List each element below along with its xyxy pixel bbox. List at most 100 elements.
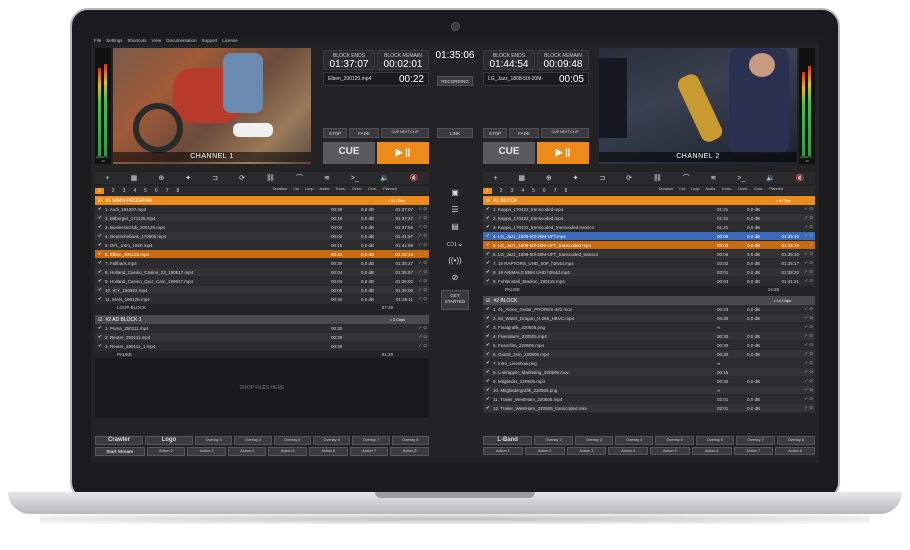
left-action-7-button[interactable]: Action 7 (349, 447, 389, 456)
playlist-row[interactable]: ✔ 9. Mitglieder_220505.mp4 00:30 0,0 dB ✓ ⊙ (483, 377, 815, 386)
row-options-icon[interactable]: ✓ ⊙ (799, 378, 815, 384)
left-start-stream-button[interactable]: Start Stream (95, 447, 145, 456)
fade-curve-icon[interactable]: ⌒ (683, 173, 690, 183)
left-overlay-5-button[interactable]: Overlay 5 (273, 436, 311, 445)
playlist-row[interactable]: ✔ 8. 18 ANIMALS 5994 UHD h264d.mp4 03:01 0,… (483, 268, 815, 277)
check-icon[interactable]: ✔ (486, 378, 493, 384)
row-options-icon[interactable]: ✓ ⊙ (413, 242, 429, 248)
playlist-row[interactable]: ✔ 12. Trailer_WestHam_220505_transcoded.m… (483, 404, 815, 413)
menu-item-shortcuts[interactable]: Shortcuts (128, 38, 147, 43)
right-action-1-button[interactable]: Action 1 (483, 447, 523, 455)
playlist-row[interactable]: ✔ 2. 04_Water_Dragon_H.265_HEVC.mp4 00:30 0… (483, 314, 815, 323)
right-fade-button[interactable]: FADE (509, 128, 539, 138)
right-action-4-button[interactable]: Action 4 (608, 447, 648, 455)
row-options-icon[interactable]: ✓ ⊙ (413, 206, 429, 212)
add-icon[interactable]: + (493, 175, 497, 182)
tab-7[interactable]: 7 (554, 188, 557, 194)
checkbox-icon[interactable]: ☑ (486, 198, 490, 204)
loop-icon[interactable]: ⟳ (626, 174, 632, 182)
magic-wand-icon[interactable]: ✦ (185, 174, 191, 182)
playlist-row[interactable]: ✔ 4. Fiveralarm_220505.mp4 00:30 0,0 dB ✓ ⊙ (483, 332, 815, 341)
playlist-row[interactable]: ✔ 1. Puma_250111.mp4 00:30 ✓ ⊙ (95, 324, 429, 333)
check-icon[interactable]: ✔ (98, 269, 105, 275)
row-options-icon[interactable]: ✓ ⊙ (799, 242, 815, 248)
playlist-row[interactable]: ✔ 5. DFL_Intro_1920.mp4 00:15 0,0 dB 01:41:5… (95, 241, 429, 250)
layers-icon[interactable]: ≋ (324, 174, 330, 182)
row-options-icon[interactable]: ✓ ⊙ (799, 269, 815, 275)
column-header-planned[interactable]: Planned (383, 187, 397, 194)
right-action-3-button[interactable]: Action 3 (566, 447, 607, 455)
left-crawler-button[interactable]: Crawler (95, 436, 143, 445)
right-overlay-8-button[interactable]: Overlay 8 (776, 436, 816, 445)
left-action-8-button[interactable]: Action 8 (390, 447, 429, 456)
tab-3[interactable]: 3 (123, 188, 126, 194)
row-options-icon[interactable]: ✓ ⊙ (799, 224, 815, 230)
check-icon[interactable]: ✔ (486, 396, 493, 402)
right-play-pause-button[interactable]: ▶ || (537, 142, 589, 164)
row-options-icon[interactable]: ✓ ⊙ (799, 251, 815, 257)
left-overlay-6-button[interactable]: Overlay 6 (312, 436, 351, 445)
get-started-button[interactable]: GET STARTED (441, 290, 469, 310)
check-icon[interactable]: ✔ (486, 278, 493, 284)
column-header-audio[interactable]: Audio (706, 187, 716, 194)
checkbox-icon[interactable]: ☑ (486, 298, 490, 304)
image-icon[interactable]: ▣ (445, 188, 465, 197)
check-icon[interactable]: ✔ (486, 206, 493, 212)
tab-1[interactable]: 1 (95, 187, 104, 194)
check-icon[interactable]: ✔ (486, 224, 493, 230)
playlist-row[interactable]: ✔ 9. Fohlenstall_Stadion_190115.mp4 00:03 0… (483, 277, 815, 286)
playlist-row[interactable]: ✔ 4. LG_Jazz_1808-50l-20M-UFT.mp4 00:06 0,0… (483, 232, 815, 241)
row-options-icon[interactable]: ✓ ⊙ (799, 306, 815, 312)
playlist-row[interactable]: ✔ 8. Holland_Casino_Casino_23_190817.mp4 0… (95, 268, 429, 277)
fade-curve-icon[interactable]: ⌒ (296, 173, 303, 183)
row-options-icon[interactable]: ✓ ⊙ (799, 351, 815, 357)
left-action-5-button[interactable]: Action 5 (268, 447, 308, 456)
column-header-duration[interactable]: Duration (659, 187, 673, 194)
check-icon[interactable]: ✔ (486, 233, 493, 239)
grid-icon[interactable]: ▦ (131, 174, 138, 182)
row-options-icon[interactable]: ✓ ⊙ (413, 343, 429, 349)
playlist-row[interactable]: ✔ 1. Audi_191207.mp4 00:30 0,0 dB 01:37:07 ✓ … (95, 205, 429, 214)
menu-item-support[interactable]: Support (202, 38, 218, 43)
right-stop-button[interactable]: STOP (483, 128, 507, 138)
playlist-row[interactable]: ✔ 8. L-Wrapper_Marketing_220505.mov 00:15 ✓… (483, 368, 815, 377)
left-action-6-button[interactable]: Action 6 (309, 447, 348, 456)
checkbox-icon[interactable]: ☑ (98, 317, 102, 323)
magic-wand-icon[interactable]: ✦ (573, 174, 579, 182)
right-overlay-7-button[interactable]: Overlay 7 (736, 436, 775, 445)
playlist-row[interactable]: ✔ 10. ICY_150822.mp4 00:05 0,0 dB 01:36:06 ✓ … (95, 286, 429, 295)
check-icon[interactable]: ✔ (486, 269, 493, 275)
left-action-2-button[interactable]: Action 2 (146, 447, 186, 456)
check-icon[interactable]: ✔ (486, 351, 493, 357)
compass-icon[interactable]: ⊘ (445, 273, 465, 282)
row-options-icon[interactable]: ✓ ⊙ (799, 278, 815, 284)
playlist-group-header[interactable]: ☑ #2 AD BLOCK 1 • 3 Clips (95, 315, 429, 324)
menu-item-documentation[interactable]: Documentation (166, 38, 196, 43)
column-header-audio[interactable]: Audio (320, 187, 330, 194)
menu-item-settings[interactable]: Settings (106, 38, 122, 43)
playlist-row[interactable]: ✔ 9. Holland_Casino_Quiz_Cam_190817.mp4 00… (95, 277, 429, 286)
check-icon[interactable]: ✔ (486, 260, 493, 266)
loop-icon[interactable]: ⟳ (239, 174, 245, 182)
right-cue-button[interactable]: CUE (483, 142, 535, 164)
playlist-row[interactable]: ✔ 7. Intro_Liveshow.png ∞ ✓ ⊙ (483, 359, 815, 368)
check-icon[interactable]: ✔ (486, 306, 493, 312)
check-icon[interactable]: ✔ (486, 315, 493, 321)
row-options-icon[interactable]: ✓ ⊙ (799, 206, 815, 212)
column-header-com[interactable]: Com. (754, 187, 763, 194)
playlist-row[interactable]: ✔ 2. Kappa_170422_transcoded.mp4 01:31 0,0 … (483, 214, 815, 223)
row-options-icon[interactable]: ✓ ⊙ (413, 278, 429, 284)
check-icon[interactable]: ✔ (486, 387, 493, 393)
right-action-6-button[interactable]: Action 6 (691, 447, 732, 455)
playlist-row[interactable]: ✔ 5. Fuserfilm_220505.mp4 00:30 0,0 dB ✓ ⊙ (483, 341, 815, 350)
column-header-planned[interactable]: Planned (769, 187, 783, 194)
left-overlay-4-button[interactable]: Overlay 4 (234, 436, 272, 445)
playlist-row[interactable]: ✔ 1. Kappa_170422_transcoded.mp4 01:31 0,0 … (483, 205, 815, 214)
volume-icon[interactable]: 🔉 (380, 174, 389, 182)
checkbox-icon[interactable]: ☑ (98, 198, 102, 204)
row-options-icon[interactable]: ✓ ⊙ (799, 315, 815, 321)
playlist-row[interactable]: ✔ 3. Reuter_250111_1.mp4 00:30 ✓ ⊙ (95, 342, 429, 351)
row-options-icon[interactable]: ✓ ⊙ (413, 296, 429, 302)
column-header-cut[interactable]: Cut (293, 187, 299, 194)
check-icon[interactable]: ✔ (98, 278, 105, 284)
